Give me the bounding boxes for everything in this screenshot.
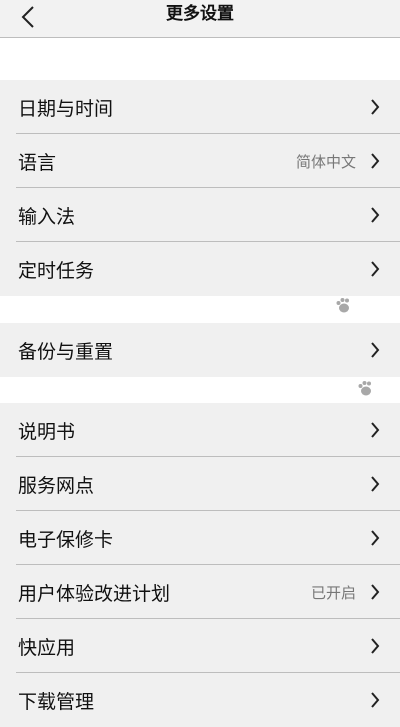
chevron-right-icon [364, 691, 386, 709]
chevron-right-icon [364, 206, 386, 224]
settings-item-language[interactable]: 语言 简体中文 [0, 134, 400, 188]
section-spacer [0, 377, 400, 403]
chevron-right-icon [364, 260, 386, 278]
settings-item-user-experience[interactable]: 用户体验改进计划 已开启 [0, 565, 400, 619]
settings-item-label: 定时任务 [18, 259, 95, 282]
settings-item-label: 服务网点 [18, 474, 95, 497]
settings-item-label: 日期与时间 [18, 97, 114, 120]
chevron-right-icon [364, 152, 386, 170]
chevron-right-icon [364, 529, 386, 547]
settings-item-backup-reset[interactable]: 备份与重置 [0, 323, 400, 377]
settings-item-label: 输入法 [18, 205, 76, 228]
top-bar: 更多设置 [0, 0, 400, 38]
settings-item-label: 下载管理 [18, 690, 95, 713]
chevron-right-icon [364, 341, 386, 359]
settings-item-label: 用户体验改进计划 [18, 582, 171, 605]
settings-item-label: 电子保修卡 [18, 528, 114, 551]
settings-item-label: 快应用 [18, 636, 76, 659]
settings-item-service-centers[interactable]: 服务网点 [0, 457, 400, 511]
chevron-right-icon [364, 583, 386, 601]
chevron-right-icon [364, 98, 386, 116]
settings-group-general: 日期与时间 语言 简体中文 输入法 定时任务 [0, 80, 400, 296]
settings-item-manual[interactable]: 说明书 [0, 403, 400, 457]
settings-item-label: 语言 [18, 151, 57, 174]
settings-item-value: 简体中文 [295, 152, 356, 171]
settings-group-backup: 备份与重置 [0, 323, 400, 377]
paw-icon [358, 381, 371, 396]
chevron-right-icon [364, 421, 386, 439]
settings-item-label: 说明书 [18, 420, 76, 443]
settings-item-label: 备份与重置 [18, 340, 114, 363]
settings-item-quick-apps[interactable]: 快应用 [0, 619, 400, 673]
chevron-right-icon [364, 475, 386, 493]
settings-item-download-manager[interactable]: 下载管理 [0, 673, 400, 727]
section-spacer [0, 53, 400, 80]
settings-item-value: 已开启 [310, 583, 356, 602]
settings-item-scheduled-tasks[interactable]: 定时任务 [0, 242, 400, 296]
chevron-right-icon [364, 637, 386, 655]
settings-item-input-method[interactable]: 输入法 [0, 188, 400, 242]
paw-icon [336, 298, 349, 313]
settings-item-warranty-card[interactable]: 电子保修卡 [0, 511, 400, 565]
settings-group-support: 说明书 服务网点 电子保修卡 用户体验改进计划 已开启 快应用 下载管理 [0, 403, 400, 727]
page-title: 更多设置 [166, 4, 234, 24]
settings-item-date-time[interactable]: 日期与时间 [0, 80, 400, 134]
